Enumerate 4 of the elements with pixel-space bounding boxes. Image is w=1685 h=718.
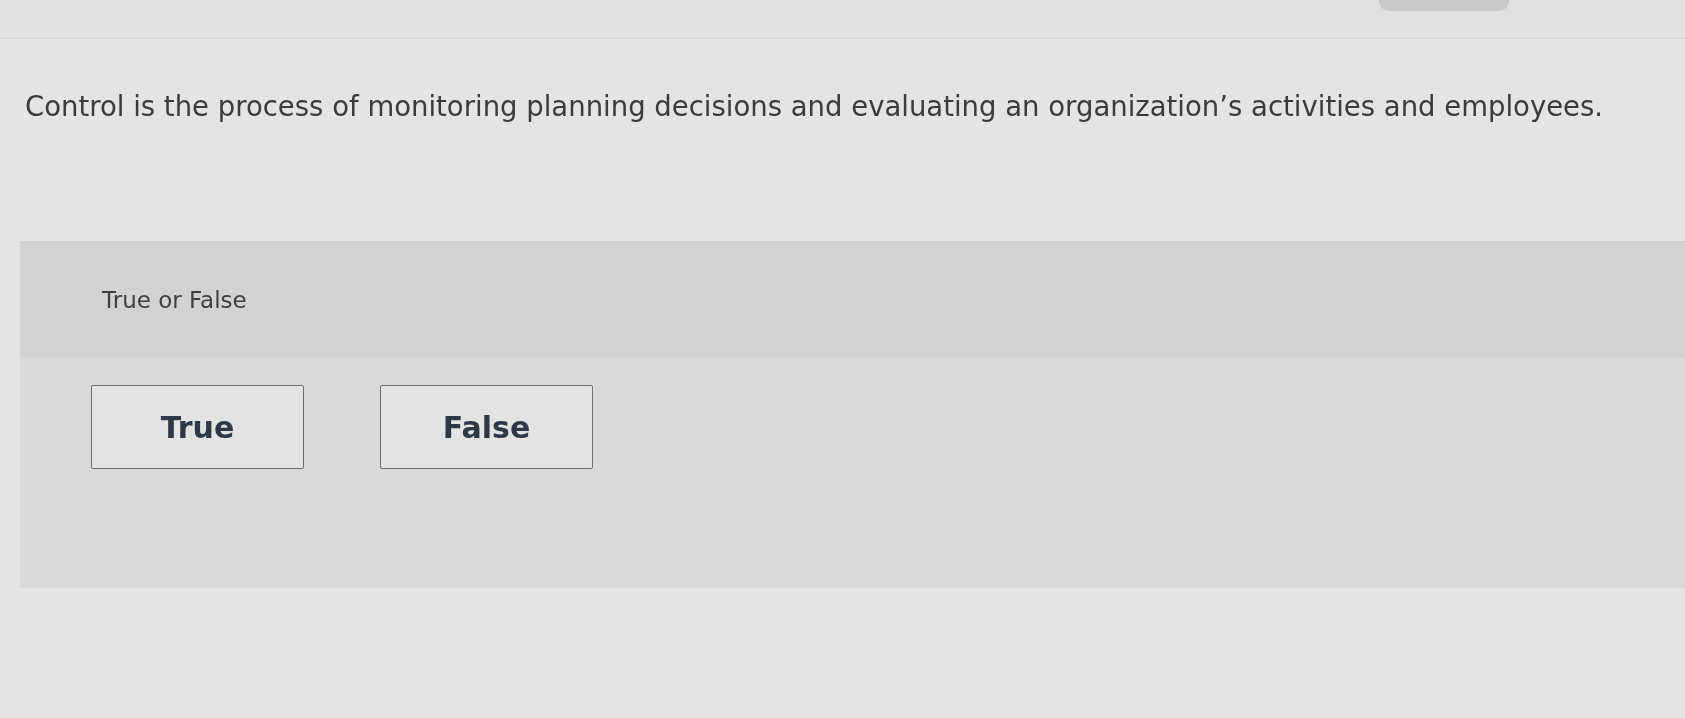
question-text: Control is the process of monitoring planning decisions and evaluating an organization’s activities and employees.	[25, 89, 1605, 123]
answer-option-button[interactable]: True	[91, 385, 304, 469]
prompt-text: True or False	[102, 286, 247, 313]
answer-option-button[interactable]: False	[380, 385, 593, 469]
